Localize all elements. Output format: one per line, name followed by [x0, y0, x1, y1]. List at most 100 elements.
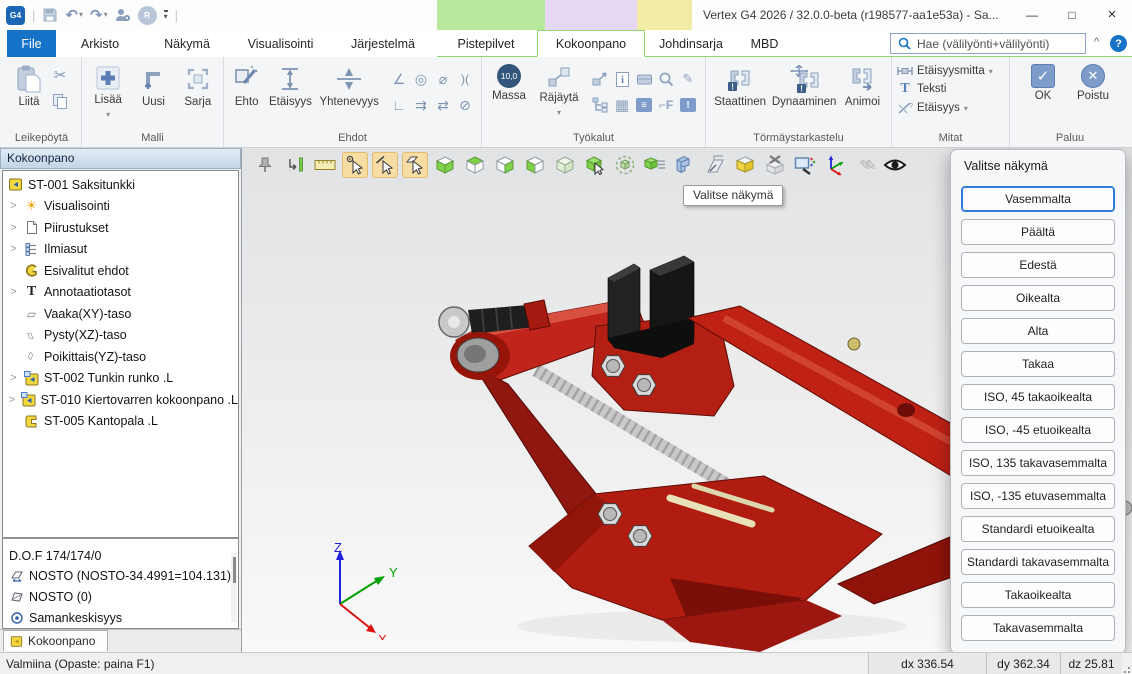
expander-icon[interactable]: > — [8, 286, 19, 298]
redo-caret-icon[interactable]: ▾ — [104, 11, 108, 19]
help-button[interactable]: ? — [1110, 35, 1127, 52]
save-icon[interactable] — [42, 7, 58, 23]
info-document-icon[interactable]: i — [611, 66, 633, 92]
tree-item-vaaka-xy[interactable]: ▱ Vaaka(XY)-taso — [3, 303, 238, 325]
antiparallel-constraint-icon[interactable]: ⇄ — [432, 92, 454, 118]
tangent-constraint-icon[interactable]: ⌀ — [432, 66, 454, 92]
add-caret-icon[interactable]: ▾ — [106, 110, 110, 119]
view-button-iso-m135-etuvasemmalta[interactable]: ISO, -135 etuvasemmalta — [961, 483, 1115, 509]
view-button-oikealta[interactable]: Oikealta — [961, 285, 1115, 311]
distance-query-button[interactable]: ? Etäisyys ▾ — [897, 101, 993, 115]
resize-grip[interactable] — [1122, 665, 1130, 673]
view-button-iso-135-takavasemmalta[interactable]: ISO, 135 takavasemmalta — [961, 450, 1115, 476]
cube-right-face-icon[interactable] — [492, 152, 518, 178]
select-window-wand-icon[interactable] — [792, 152, 818, 178]
customize-toolbar-icon[interactable]: ▾ — [164, 10, 168, 21]
tab-file[interactable]: File — [7, 30, 56, 57]
distance-constraint-button[interactable]: Etäisyys — [266, 62, 314, 110]
cube-front-face-icon[interactable] — [432, 152, 458, 178]
view-button-takavasemmalta[interactable]: Takavasemmalta — [961, 615, 1115, 641]
concentric-constraint-icon[interactable]: ◎ — [410, 66, 432, 92]
view-button-takaa[interactable]: Takaa — [961, 351, 1115, 377]
symmetry-constraint-icon[interactable]: )( — [454, 66, 476, 92]
text-dimension-button[interactable]: T Teksti — [897, 81, 993, 97]
paste-button[interactable]: Liitä — [7, 62, 51, 110]
expander-icon[interactable]: > — [8, 222, 19, 234]
expander-icon[interactable]: > — [8, 394, 16, 406]
table-icon[interactable]: ▦ — [611, 92, 633, 118]
tree-item-esivalitut-ehdot[interactable]: Esivalitut ehdot — [3, 260, 238, 282]
ruler-icon[interactable] — [312, 152, 338, 178]
dof-item-clipped[interactable] — [3, 628, 238, 629]
tree-item-visualisointi[interactable]: > ☀ Visualisointi — [3, 196, 238, 218]
viewport-3d[interactable]: Z Y X — [242, 148, 1132, 652]
view-button-edesta[interactable]: Edestä — [961, 252, 1115, 278]
explode-caret-icon[interactable]: ▾ — [557, 108, 561, 117]
coincidence-button[interactable]: Yhtenevyys — [316, 62, 382, 110]
tree-item-st002[interactable]: > ST-002 Tunkin runko .L — [3, 368, 238, 390]
tab-jarjestelma[interactable]: Järjestelmä — [331, 30, 435, 57]
tree-item-piirustukset[interactable]: > Piirustukset — [3, 217, 238, 239]
structure-tree-icon[interactable] — [589, 92, 611, 118]
expander-icon[interactable]: > — [8, 243, 19, 255]
sketch-plane-icon[interactable] — [702, 152, 728, 178]
corner-solid-icon[interactable] — [672, 152, 698, 178]
tab-johdinsarja[interactable]: Johdinsarja — [645, 30, 737, 57]
static-collision-button[interactable]: ! Staattinen — [711, 62, 769, 110]
minimize-button[interactable]: — — [1012, 0, 1052, 29]
new-button[interactable]: Uusi — [133, 62, 173, 110]
distance-query-caret-icon[interactable]: ▾ — [964, 104, 968, 113]
dof-scrollbar[interactable] — [231, 553, 237, 623]
equal-panel-icon[interactable]: ≡ — [633, 92, 655, 118]
feature-f-icon[interactable]: ⌐F — [655, 92, 677, 118]
tab-nakyma[interactable]: Näkymä — [144, 30, 230, 57]
tab-kokoonpano[interactable]: Kokoonpano — [537, 30, 645, 57]
perpendicular-constraint-icon[interactable]: ∟ — [388, 92, 410, 118]
app-logo-icon[interactable]: G4 — [6, 6, 25, 25]
tab-arkisto[interactable]: Arkisto — [56, 30, 144, 57]
search-input[interactable]: Hae (välilyönti+välilyönti) — [890, 33, 1086, 54]
dof-item-nosto2[interactable]: NOSTO (0) — [3, 586, 238, 607]
view-button-standardi-etuoikealta[interactable]: Standardi etuoikealta — [961, 516, 1115, 542]
cube-properties-icon[interactable] — [642, 152, 668, 178]
splitter-chevron-icon[interactable]: ˇ — [3, 539, 238, 547]
dynamic-collision-button[interactable]: ! Dynaaminen — [771, 62, 837, 110]
tree-item-pysty-xz[interactable]: ▱ Pysty(XZ)-taso — [3, 325, 238, 347]
cube-left-face-icon[interactable] — [522, 152, 548, 178]
tree-item-root[interactable]: ST-001 Saksitunkki — [3, 174, 238, 196]
zoom-extents-icon[interactable] — [282, 152, 308, 178]
view-button-iso-m45-etuoikealta[interactable]: ISO, -45 etuoikealta — [961, 417, 1115, 443]
constraint-button[interactable]: Ehto — [229, 62, 264, 110]
ok-button[interactable]: ✓ OK — [1025, 62, 1061, 104]
exit-button[interactable]: ✕ Poistu — [1071, 62, 1115, 104]
section-box-icon[interactable] — [732, 152, 758, 178]
view-button-standardi-takavasemmalta[interactable]: Standardi takavasemmalta — [961, 549, 1115, 575]
measure-pencils-icon[interactable]: ✎✎ — [852, 152, 878, 178]
view-button-iso-45-takaoikealta[interactable]: ISO, 45 takaoikealta — [961, 384, 1115, 410]
expander-icon[interactable]: > — [8, 372, 19, 384]
animate-button[interactable]: Animoi — [839, 62, 886, 110]
select-point-mode-icon[interactable] — [342, 152, 368, 178]
pin-icon[interactable] — [252, 152, 278, 178]
user-settings-icon[interactable] — [115, 7, 131, 23]
cut-icon[interactable]: ✂ — [51, 66, 69, 84]
undo-button[interactable]: ↶▾ — [65, 8, 83, 23]
no-tangent-constraint-icon[interactable]: ⊘ — [454, 92, 476, 118]
mass-button[interactable]: 10,0 Massa — [487, 62, 531, 104]
expander-icon[interactable]: > — [8, 200, 19, 212]
undo-caret-icon[interactable]: ▾ — [79, 11, 83, 19]
tab-pistepilvet[interactable]: Pistepilvet — [435, 30, 537, 57]
warning-icon[interactable]: ! — [677, 92, 699, 118]
parallel-constraint-icon[interactable]: ⇉ — [410, 92, 432, 118]
cube-solid-icon[interactable] — [552, 152, 578, 178]
orbit-cube-icon[interactable] — [612, 152, 638, 178]
tree-item-poikittais-yz[interactable]: ▱ Poikittais(YZ)-taso — [3, 346, 238, 368]
dof-item-nosto1[interactable]: NOSTO (NOSTO-34.4991=104.131) — [3, 565, 238, 586]
view-button-vasemmalta[interactable]: Vasemmalta — [961, 186, 1115, 212]
angle-constraint-icon[interactable]: ∠ — [388, 66, 410, 92]
box-icon[interactable] — [633, 66, 655, 92]
clear-section-icon[interactable] — [762, 152, 788, 178]
view-button-takaoikealta[interactable]: Takaoikealta — [961, 582, 1115, 608]
tree-item-st005[interactable]: ST-005 Kantopala .L — [3, 411, 238, 433]
visibility-eye-icon[interactable] — [882, 152, 908, 178]
